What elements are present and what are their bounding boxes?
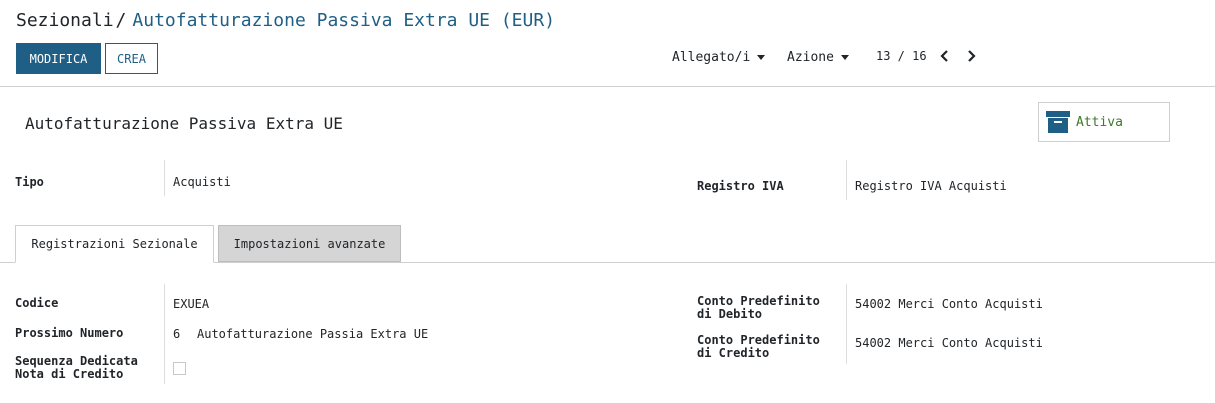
conto-debito-link[interactable]: 54002 Merci Conto Acquisti: [855, 297, 1043, 311]
codice-value: EXUEA: [173, 297, 210, 311]
chevron-right-icon[interactable]: [966, 48, 976, 67]
breadcrumb-separator: /: [115, 10, 127, 31]
tipo-value: Acquisti: [173, 175, 231, 189]
field-divider: [164, 284, 165, 384]
sequenza-label-line-2: Nota di Credito: [15, 367, 124, 381]
pager-value[interactable]: 13 / 16: [876, 49, 927, 63]
archive-icon: [1046, 111, 1070, 133]
create-button[interactable]: CREA: [105, 43, 158, 74]
tab-impostazioni-avanzate[interactable]: Impostazioni avanzate: [218, 225, 401, 262]
codice-label: Codice: [15, 296, 59, 310]
action-dropdown[interactable]: Azione: [787, 50, 849, 65]
conto-credito-label: Conto Predefinito di Credito: [697, 334, 820, 360]
registro-iva-label: Registro IVA: [697, 179, 784, 193]
breadcrumb-current: Autofatturazione Passiva Extra UE (EUR): [132, 10, 556, 31]
active-toggle-label: Attiva: [1076, 114, 1123, 130]
action-dropdown-label: Azione: [787, 50, 834, 65]
sequenza-nota-credito-label: Sequenza Dedicata Nota di Credito: [15, 355, 138, 381]
field-divider: [846, 284, 847, 364]
conto-credito-link[interactable]: 54002 Merci Conto Acquisti: [855, 336, 1043, 350]
tab-registrazioni-sezionale[interactable]: Registrazioni Sezionale: [15, 225, 214, 263]
conto-debito-label-line-2: di Debito: [697, 307, 763, 321]
active-toggle-button[interactable]: Attiva: [1038, 102, 1170, 142]
field-divider: [846, 160, 847, 200]
registro-iva-link[interactable]: Registro IVA Acquisti: [855, 179, 1007, 193]
tipo-label: Tipo: [15, 175, 44, 189]
attachments-dropdown-label: Allegato/i: [672, 50, 751, 65]
field-divider: [164, 160, 165, 196]
conto-credito-label-line-2: di Credito: [697, 346, 770, 360]
sequence-link[interactable]: Autofatturazione Passia Extra UE: [197, 327, 428, 341]
sequenza-nota-credito-checkbox[interactable]: [173, 362, 186, 375]
control-panel-divider: [0, 86, 1215, 87]
edit-button[interactable]: MODIFICA: [16, 43, 101, 74]
breadcrumb: Sezionali / Autofatturazione Passiva Extra…: [16, 10, 555, 31]
prossimo-numero-value: 6: [173, 327, 181, 341]
prossimo-numero-label: Prossimo Numero: [15, 326, 124, 340]
caret-down-icon: [757, 55, 766, 60]
chevron-left-icon[interactable]: [940, 48, 950, 67]
breadcrumb-parent-link[interactable]: Sezionali: [16, 10, 114, 31]
record-title: Autofatturazione Passiva Extra UE: [25, 114, 343, 133]
attachments-dropdown[interactable]: Allegato/i: [672, 50, 766, 65]
caret-down-icon: [840, 55, 849, 60]
conto-debito-label: Conto Predefinito di Debito: [697, 295, 820, 321]
